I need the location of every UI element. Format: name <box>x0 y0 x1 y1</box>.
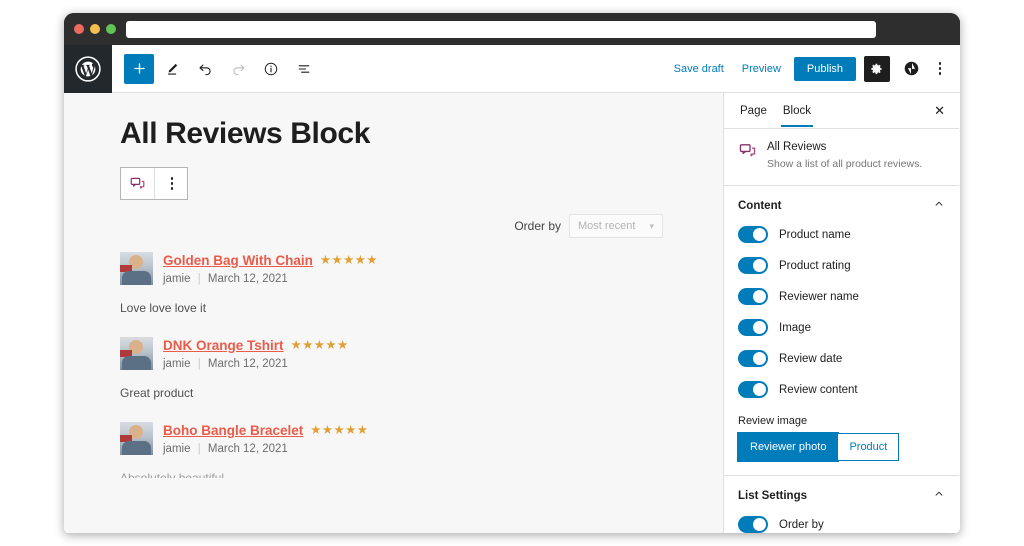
toggle-label: Review date <box>779 352 843 365</box>
toggle-label: Order by <box>779 518 824 531</box>
toggle-switch[interactable] <box>738 381 768 399</box>
toggle-switch[interactable] <box>738 288 768 306</box>
order-by-control: Order by Most recent ▾ <box>120 214 667 238</box>
review-date: March 12, 2021 <box>207 358 288 370</box>
pencil-icon[interactable] <box>157 54 187 84</box>
list-settings-title: List Settings <box>738 489 808 502</box>
chevron-up-icon <box>933 488 945 503</box>
star-rating: ★★★★★ <box>290 338 349 353</box>
more-options-icon[interactable] <box>930 56 950 82</box>
order-by-value: Most recent <box>578 220 636 232</box>
toggle-image[interactable]: Image <box>724 316 959 347</box>
review-byline: jamie | March 12, 2021 <box>163 273 288 285</box>
editor-body: All Reviews Block Order by Most recent ▾… <box>64 93 960 533</box>
order-by-select[interactable]: Most recent ▾ <box>569 214 663 238</box>
list-settings-header[interactable]: List Settings <box>724 476 959 513</box>
close-icon[interactable]: ✕ <box>928 99 951 123</box>
reviewer-name: jamie <box>163 358 191 370</box>
redo-icon[interactable] <box>223 54 253 84</box>
toggle-product-name[interactable]: Product name <box>724 223 959 254</box>
star-rating: ★★★★★ <box>319 253 378 268</box>
content-section-title: Content <box>738 199 782 212</box>
list-view-icon[interactable] <box>289 54 319 84</box>
block-card-title: All Reviews <box>767 141 827 153</box>
toggle-reviewer-name[interactable]: Reviewer name <box>724 285 959 316</box>
content-section-header[interactable]: Content <box>724 186 959 223</box>
toggle-review-date[interactable]: Review date <box>724 347 959 378</box>
info-icon[interactable] <box>256 54 286 84</box>
review-content: Love love love it <box>120 301 207 315</box>
jetpack-icon[interactable] <box>898 56 924 82</box>
add-block-button[interactable] <box>124 53 154 84</box>
block-card-description: Show a list of all product reviews. <box>767 158 923 170</box>
review-byline: jamie | March 12, 2021 <box>163 443 288 455</box>
toggle-label: Product name <box>779 228 851 241</box>
settings-sidebar: Page Block ✕ All Reviews Show a list of … <box>724 93 959 533</box>
review-image-label: Review image <box>738 415 808 428</box>
page-title[interactable]: All Reviews Block <box>120 117 667 151</box>
reviewer-name: jamie <box>163 273 191 285</box>
review-date: March 12, 2021 <box>207 443 288 455</box>
sidebar-tabs: Page Block ✕ <box>724 93 959 129</box>
toggle-switch[interactable] <box>738 350 768 368</box>
editor-toolbar: Save draft Preview Publish <box>64 44 960 93</box>
toggle-product-rating[interactable]: Product rating <box>724 254 959 285</box>
toggle-label: Image <box>779 321 811 334</box>
preview-button[interactable]: Preview <box>735 58 788 80</box>
review-image-option-product[interactable]: Product <box>838 433 900 462</box>
all-reviews-icon[interactable] <box>121 168 154 199</box>
review-content: Great product <box>120 386 194 400</box>
toolbar-right-group: Save draft Preview Publish <box>667 55 960 82</box>
url-input[interactable] <box>126 20 876 38</box>
toggle-label: Review content <box>779 383 858 396</box>
avatar <box>120 252 153 285</box>
star-rating: ★★★★★ <box>310 423 369 438</box>
review-image-option-reviewer-photo[interactable]: Reviewer photo <box>738 433 839 462</box>
browser-titlebar <box>64 13 960 45</box>
minimize-window-button[interactable] <box>90 24 100 34</box>
tab-block[interactable]: Block <box>775 95 819 127</box>
avatar <box>120 422 153 455</box>
review-item: Boho Bangle Bracelet ★★★★★ jamie | March… <box>120 422 667 478</box>
browser-window: Save draft Preview Publish All Reviews B… <box>64 13 960 533</box>
product-link[interactable]: Boho Bangle Bracelet <box>163 423 303 438</box>
toggle-switch[interactable] <box>738 319 768 337</box>
product-link[interactable]: Golden Bag With Chain <box>163 253 313 268</box>
window-controls <box>74 24 116 34</box>
save-draft-button[interactable]: Save draft <box>667 58 731 80</box>
chevron-down-icon: ▾ <box>649 220 654 231</box>
toggle-switch[interactable] <box>738 226 768 244</box>
toggle-review-content[interactable]: Review content <box>724 378 959 409</box>
tab-page[interactable]: Page <box>732 95 775 126</box>
product-link[interactable]: DNK Orange Tshirt <box>163 338 284 353</box>
toggle-order-by[interactable]: Order by <box>724 513 959 533</box>
publish-button[interactable]: Publish <box>793 56 856 81</box>
review-date: March 12, 2021 <box>207 273 288 285</box>
order-by-label: Order by <box>514 219 561 233</box>
review-item: DNK Orange Tshirt ★★★★★ jamie | March 12… <box>120 337 667 400</box>
toggle-label: Product rating <box>779 259 851 272</box>
review-image-button-group: Reviewer photo Product <box>724 433 959 475</box>
wordpress-editor: Save draft Preview Publish All Reviews B… <box>64 44 960 533</box>
block-more-options-icon[interactable] <box>154 168 187 199</box>
toggle-label: Reviewer name <box>779 290 859 303</box>
maximize-window-button[interactable] <box>106 24 116 34</box>
review-item: Golden Bag With Chain ★★★★★ jamie | Marc… <box>120 252 667 315</box>
all-reviews-icon <box>738 141 757 171</box>
toggle-switch[interactable] <box>738 257 768 275</box>
review-content: Absolutely beautiful <box>120 471 225 478</box>
reviewer-name: jamie <box>163 443 191 455</box>
toolbar-left-group <box>112 53 319 84</box>
gear-icon[interactable] <box>864 55 890 82</box>
wordpress-logo-icon[interactable] <box>64 44 112 93</box>
close-window-button[interactable] <box>74 24 84 34</box>
review-byline: jamie | March 12, 2021 <box>163 358 288 370</box>
block-card: All Reviews Show a list of all product r… <box>724 129 959 187</box>
undo-icon[interactable] <box>190 54 220 84</box>
toggle-switch[interactable] <box>738 516 768 533</box>
chevron-up-icon <box>933 198 945 213</box>
block-toolbar <box>120 167 188 200</box>
editor-canvas[interactable]: All Reviews Block Order by Most recent ▾… <box>64 93 724 533</box>
avatar <box>120 337 153 370</box>
